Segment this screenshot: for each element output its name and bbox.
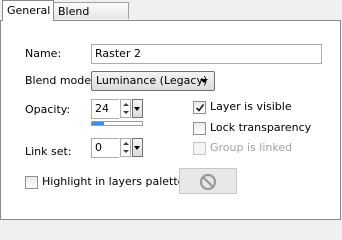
opacity-dropdown-button[interactable] [132,99,143,118]
chevron-down-icon [134,146,140,150]
none-circle-slash-icon [199,173,217,191]
opacity-label: Opacity: [25,103,71,116]
name-input[interactable]: Raster 2 [91,44,322,64]
opacity-slider[interactable] [91,121,143,126]
chevron-down-icon [200,79,208,83]
lock-transparency-checkbox[interactable] [193,122,206,135]
opacity-slider-fill [92,122,104,125]
link-set-spinner[interactable] [120,138,131,157]
layer-visible-checkbox[interactable] [193,101,206,114]
link-set-dropdown-button[interactable] [132,138,143,157]
group-linked-label: Group is linked [210,141,293,154]
blend-mode-label: Blend mode: [25,74,95,87]
tab-general[interactable]: General [2,0,54,21]
link-set-label: Link set: [25,145,72,158]
spin-down-icon[interactable] [123,150,129,153]
tab-general-label: General [7,4,51,17]
group-linked-checkbox [193,142,206,155]
spin-up-icon[interactable] [123,103,129,106]
highlight-label: Highlight in layers palette: [42,175,189,188]
lock-transparency-label: Lock transparency [210,121,312,134]
opacity-input[interactable]: 24 [91,99,119,119]
spin-up-icon[interactable] [123,142,129,145]
spin-down-icon[interactable] [123,111,129,114]
highlight-color-swatch[interactable] [179,168,237,194]
opacity-spinner[interactable] [120,99,131,118]
link-set-input[interactable]: 0 [91,138,119,158]
tab-blend-ranges[interactable]: Blend Ranges [53,2,129,35]
checkmark-icon [195,104,205,112]
highlight-checkbox[interactable] [25,176,38,189]
layer-visible-label: Layer is visible [210,100,292,113]
blend-mode-select[interactable]: Luminance (Legacy) [91,71,215,91]
general-panel: Name: Raster 2 Blend mode: Luminance (Le… [0,20,341,220]
name-label: Name: [25,47,62,60]
tab-strip: General Blend Ranges [0,0,342,35]
chevron-down-icon [134,107,140,111]
blend-mode-value: Luminance (Legacy) [96,74,208,87]
